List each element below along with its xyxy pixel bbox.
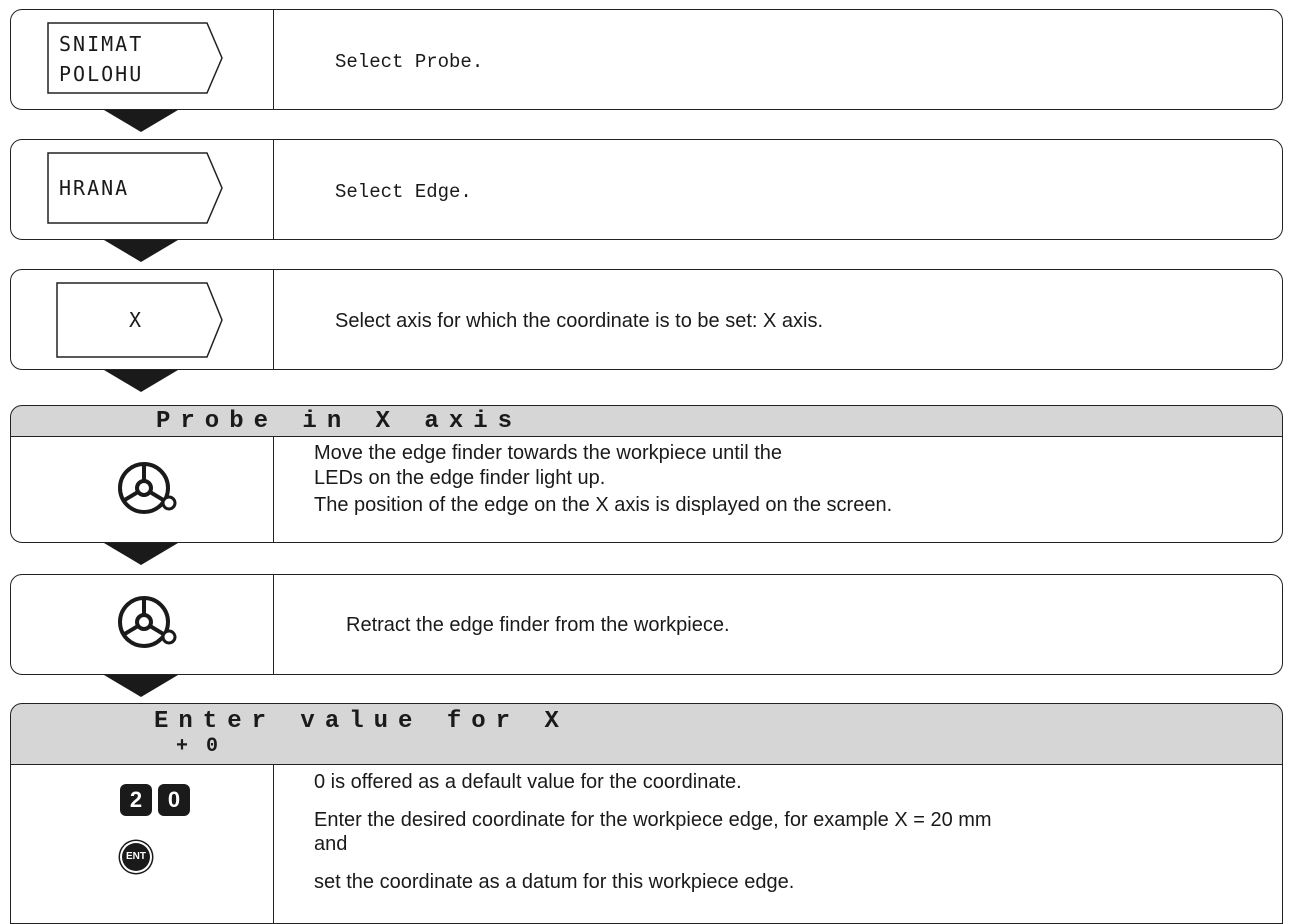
step-text-retract: Retract the edge finder from the workpie…: [346, 614, 730, 636]
step-text-select-edge: Select Edge.: [335, 181, 472, 203]
dialog-probe-in-x-axis: Probe in X axis: [10, 405, 1283, 437]
step-text-line3: The position of the edge on the X axis i…: [314, 494, 893, 516]
step-text-select-axis: Select axis for which the coordinate is …: [335, 310, 824, 332]
step-text-line2: LEDs on the edge finder light up.: [314, 467, 606, 489]
dialog-title: Enter value for X: [154, 708, 569, 735]
down-arrow-icon: [104, 110, 178, 132]
dialog-value: + 0: [176, 735, 222, 758]
down-arrow-icon: [104, 370, 178, 392]
numeric-key-2[interactable]: 2: [120, 784, 152, 816]
step-text-select-probe: Select Probe.: [335, 51, 484, 73]
step-text-line1: 0 is offered as a default value for the …: [314, 771, 742, 793]
numeric-key-0[interactable]: 0: [158, 784, 190, 816]
column-divider: [273, 10, 274, 109]
handwheel-icon: [114, 460, 180, 521]
column-divider: [273, 270, 274, 369]
softkey-snimat-polohu[interactable]: SNIMAT POLOHU: [47, 22, 225, 94]
step-text-line2: Enter the desired coordinate for the wor…: [314, 809, 992, 831]
column-divider: [273, 765, 274, 923]
down-arrow-icon: [104, 675, 178, 697]
column-divider: [273, 575, 274, 674]
down-arrow-icon: [104, 240, 178, 262]
softkey-x-axis[interactable]: X: [47, 282, 225, 358]
step-text-line1: Move the edge finder towards the workpie…: [314, 442, 783, 464]
column-divider: [273, 140, 274, 239]
down-arrow-icon: [104, 543, 178, 565]
dialog-title: Probe in X axis: [156, 408, 523, 435]
softkey-label: X: [129, 308, 144, 332]
dialog-enter-value-for-x: Enter value for X + 0: [10, 703, 1283, 765]
softkey-hrana[interactable]: HRANA: [47, 152, 225, 224]
softkey-label-line2: POLOHU: [59, 62, 144, 86]
handwheel-icon: [114, 594, 180, 655]
step-text-line4: set the coordinate as a datum for this w…: [314, 871, 795, 893]
softkey-label-line1: SNIMAT: [59, 32, 144, 56]
ent-key[interactable]: ENT: [122, 843, 150, 871]
column-divider: [273, 437, 274, 542]
step-text-line3: and: [314, 833, 348, 855]
softkey-label: HRANA: [59, 176, 130, 200]
